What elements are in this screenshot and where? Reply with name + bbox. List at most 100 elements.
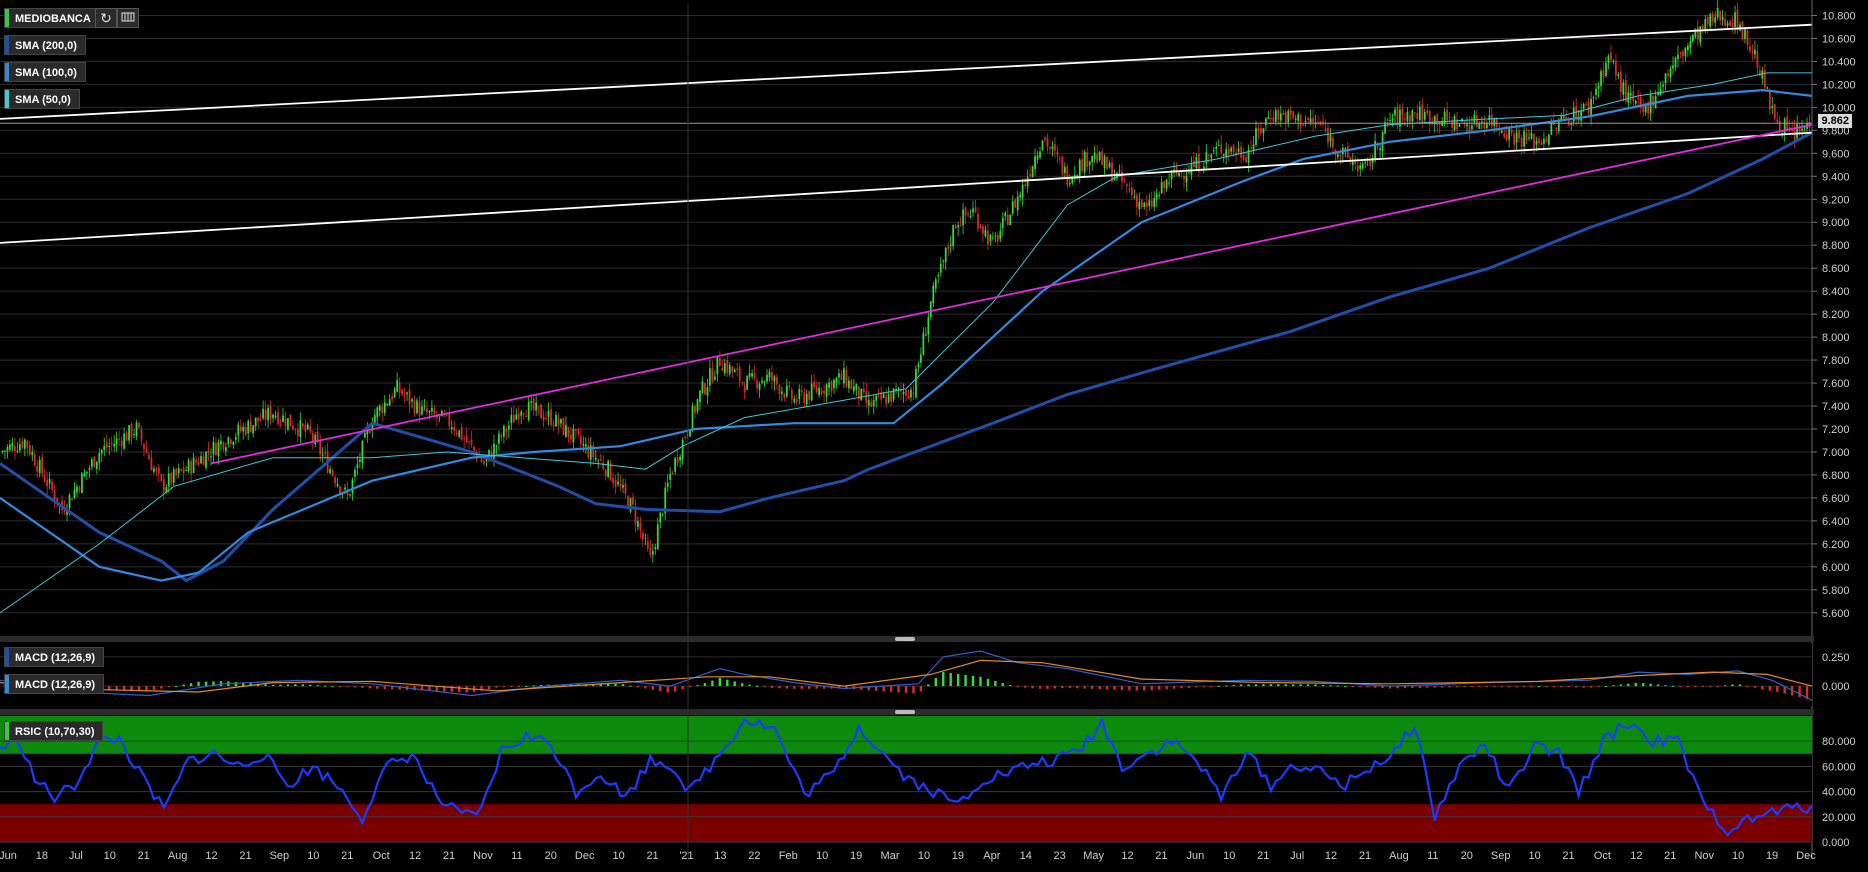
macd-hist-bar — [904, 686, 908, 693]
candle-body — [421, 406, 423, 415]
candle-body — [1227, 148, 1230, 155]
candle-body — [1091, 155, 1094, 163]
macd-hist-bar — [353, 686, 357, 688]
candle-body — [1508, 127, 1511, 140]
macd-hist-bar — [755, 685, 759, 687]
candle-body — [73, 489, 76, 498]
candle-body — [1056, 151, 1059, 156]
candle-body — [649, 547, 652, 556]
panel-divider-rsi[interactable] — [0, 709, 1814, 715]
resize-grip[interactable] — [895, 710, 915, 714]
candle-body — [1384, 122, 1386, 134]
time-tick-label: Dec — [575, 850, 595, 862]
instrument-label[interactable]: MEDIOBANCA — [4, 8, 100, 28]
candle-body — [1036, 155, 1039, 160]
candle-body — [1059, 158, 1061, 160]
candle-body — [1771, 106, 1774, 108]
rsic-label[interactable]: RSIC (10,70,30) — [4, 721, 104, 741]
candle-body — [1356, 165, 1359, 172]
candle-body — [1592, 97, 1595, 99]
time-tick-label: 21 — [1562, 850, 1574, 862]
macd-label-2[interactable]: MACD (12,26,9) — [4, 674, 105, 694]
candle-body — [1701, 25, 1704, 30]
candle-body — [1585, 103, 1587, 105]
candle-body — [1210, 154, 1213, 159]
macd-hist-bar — [1709, 686, 1712, 688]
candle-body — [78, 487, 81, 491]
candle-body — [259, 420, 262, 422]
sma50-label[interactable]: SMA (50,0) — [4, 89, 80, 109]
candle-body — [614, 479, 617, 487]
candle-body — [115, 438, 118, 445]
candle-body — [972, 208, 974, 213]
macd-hist-bar — [1545, 686, 1548, 688]
candle-body — [314, 434, 317, 445]
candle-body — [651, 551, 654, 555]
candle-body — [470, 439, 473, 445]
candle-body — [229, 439, 232, 444]
candle-body — [646, 541, 649, 549]
candle-body — [1014, 199, 1017, 208]
candle-body — [33, 454, 36, 466]
refresh-button[interactable]: ↻ — [95, 8, 117, 28]
candle-body — [721, 367, 724, 371]
candle-body — [401, 389, 403, 395]
macd-hist-bar — [1105, 686, 1109, 690]
candle-body — [828, 382, 830, 388]
macd-hist-bar — [361, 686, 364, 688]
candle-body — [1597, 85, 1600, 89]
candle-body — [987, 230, 989, 245]
candle-body — [123, 433, 125, 449]
candle-body — [167, 473, 170, 487]
candle-body — [1061, 156, 1064, 175]
candle-body — [1173, 169, 1175, 171]
candle-body — [676, 457, 679, 463]
macd-hist-bar — [1426, 686, 1429, 688]
candle-body — [1339, 154, 1342, 156]
macd-hist-bar — [1031, 686, 1034, 689]
candle-body — [624, 483, 627, 494]
candle-body — [1096, 154, 1098, 163]
candle-body — [1523, 131, 1525, 147]
candle-body — [287, 418, 289, 430]
chart-stage[interactable]: 10.80010.60010.40010.20010.0009.8009.600… — [0, 0, 1868, 872]
time-tick-label: Dec — [1796, 850, 1816, 862]
macd-hist-bar — [681, 686, 684, 690]
macd-hist-bar — [1574, 686, 1578, 688]
chart-settings-button[interactable] — [117, 8, 139, 28]
candle-body — [31, 452, 34, 456]
macd-hist-bar — [1128, 686, 1131, 691]
candle-body — [1773, 104, 1776, 119]
macd-background — [0, 644, 1812, 706]
candle-body — [1178, 172, 1180, 176]
candle-body — [813, 381, 816, 388]
sma100-label[interactable]: SMA (100,0) — [4, 62, 86, 82]
macd-label-1[interactable]: MACD (12,26,9) — [4, 647, 105, 667]
candle-body — [1128, 188, 1131, 190]
candle-body — [1629, 93, 1632, 96]
candle-body — [599, 458, 602, 461]
sma200-label-text: SMA (200,0) — [15, 40, 77, 52]
candle-body — [1803, 127, 1806, 129]
macd-hist-bar — [1076, 686, 1079, 689]
sma200-label[interactable]: SMA (200,0) — [4, 35, 86, 55]
panel-divider-macd[interactable] — [0, 636, 1814, 642]
candle-body — [731, 366, 734, 372]
candle-body — [525, 415, 528, 417]
rsi-panel[interactable]: 80.000 60.000 40.000 20.000 0.000 — [0, 716, 1856, 849]
candle-body — [1617, 74, 1620, 77]
candle-body — [1389, 120, 1391, 122]
candle-body — [1118, 170, 1121, 172]
time-tick-label: 21 — [1257, 850, 1269, 862]
candle-body — [1562, 116, 1565, 118]
macd-hist-bar — [160, 686, 163, 689]
price-tick-label: 5.600 — [1822, 608, 1850, 620]
candle-body — [1555, 127, 1558, 130]
macd-hist-bar — [197, 681, 200, 687]
time-tick-label: Oct — [1594, 850, 1611, 862]
candle-body — [1766, 87, 1769, 89]
macd-panel[interactable]: 0.250 0.000 — [0, 644, 1850, 706]
macd-hist-bar — [748, 684, 751, 687]
candle-body — [157, 467, 160, 474]
resize-grip[interactable] — [895, 637, 915, 641]
